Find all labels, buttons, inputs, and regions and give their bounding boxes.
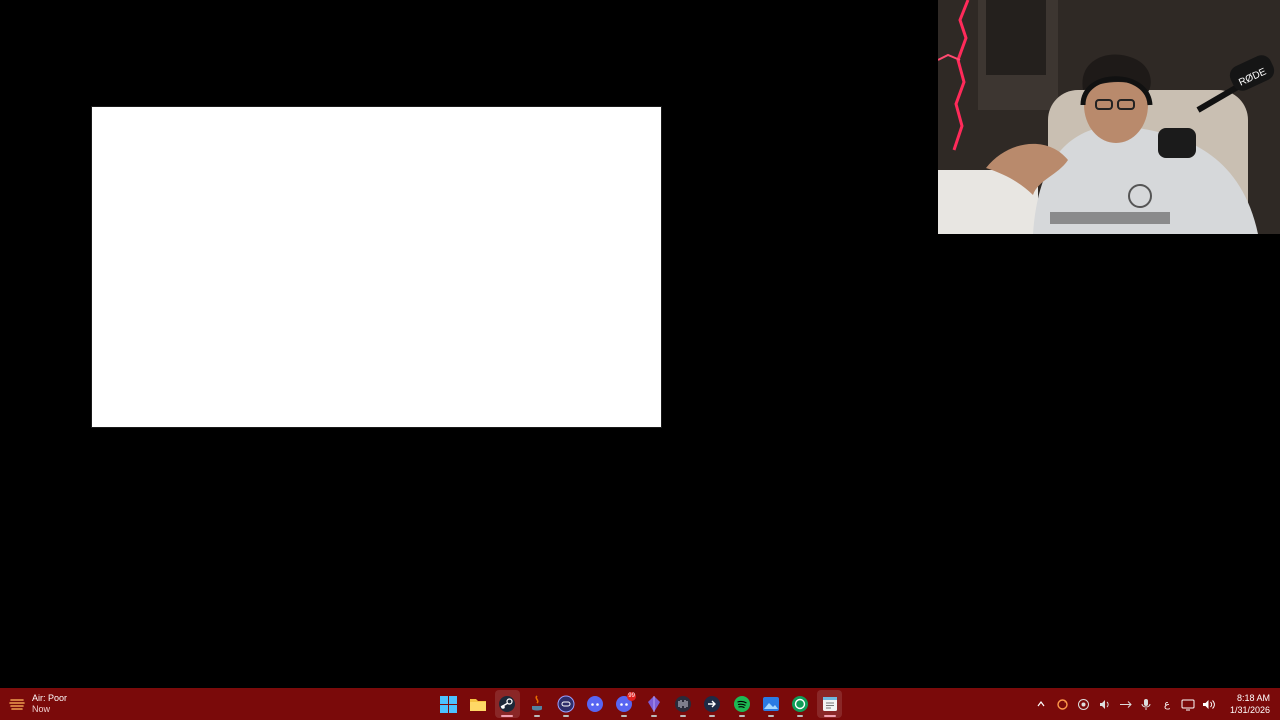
taskbar-app-file-explorer[interactable] [465, 690, 490, 718]
ime-icon: ع [1164, 698, 1170, 710]
taskbar-app-steam[interactable] [494, 690, 520, 718]
notification-badge: 99 [627, 692, 637, 701]
taskbar: Air: Poor Now 99 ع 8:18 AM 1/31/2026 [0, 688, 1280, 720]
taskbar-app-obsidian[interactable] [641, 690, 666, 718]
java-icon [531, 695, 542, 711]
weather-widget[interactable]: Air: Poor Now [8, 692, 67, 716]
weather-title: Air: Poor [32, 693, 68, 703]
taskbar-app-controller[interactable] [553, 690, 578, 718]
desktop: RØDE [0, 0, 1280, 688]
speaker-icon [1099, 699, 1109, 709]
system-tray: ع [1032, 688, 1218, 720]
chevron-up-icon [1037, 701, 1045, 707]
taskbar-app-notepad[interactable] [816, 690, 843, 718]
taskbar-clock[interactable]: 8:18 AM 1/31/2026 [1230, 692, 1270, 716]
webcam-overlay: RØDE [938, 0, 1280, 234]
notepad-icon [822, 697, 837, 711]
taskbar-app-java[interactable] [524, 690, 549, 718]
clock-date: 1/31/2026 [1229, 705, 1270, 715]
settings-circle-icon [1077, 698, 1089, 710]
folder-icon [469, 699, 486, 711]
sync-icon [1056, 698, 1068, 710]
tray-microphone[interactable] [1137, 694, 1155, 714]
gamepad-icon [557, 695, 575, 713]
steam-icon [499, 696, 516, 712]
tray-ime[interactable]: ع [1158, 694, 1176, 714]
taskbar-app-audio[interactable] [670, 690, 695, 718]
clock-time: 8:18 AM [1236, 693, 1270, 703]
taskbar-app-arrow[interactable] [700, 690, 725, 718]
tray-volume[interactable] [1200, 694, 1218, 714]
tray-display[interactable] [1179, 694, 1197, 714]
arrow-circle-icon [704, 696, 721, 712]
taskbar-app-green[interactable] [788, 690, 813, 718]
tray-speaker[interactable] [1095, 694, 1113, 714]
green-circle-icon [792, 696, 809, 712]
windows-logo-icon [440, 695, 458, 713]
webcam-feed-image: RØDE [938, 0, 1280, 234]
show-hidden-icons-button[interactable] [1032, 694, 1050, 714]
taskbar-app-discord-2[interactable]: 99 [612, 690, 637, 718]
display-icon [1181, 699, 1195, 710]
tray-network[interactable] [1116, 694, 1134, 714]
taskbar-app-spotify[interactable] [729, 690, 754, 718]
microphone-icon [1141, 698, 1151, 710]
taskbar-app-photos[interactable] [758, 690, 783, 718]
waveform-icon [675, 696, 692, 712]
volume-icon [1203, 699, 1215, 709]
tray-sync[interactable] [1053, 694, 1071, 714]
crystal-icon [647, 696, 660, 712]
photos-icon [762, 697, 779, 711]
start-button[interactable] [436, 690, 461, 718]
discord-icon [587, 696, 604, 712]
tray-settings[interactable] [1074, 694, 1092, 714]
haze-icon [8, 695, 26, 713]
taskbar-app-discord[interactable] [582, 690, 607, 718]
blank-window[interactable] [92, 107, 661, 427]
weather-subtitle: Now [32, 704, 51, 714]
spotify-icon [733, 696, 750, 712]
network-icon [1119, 700, 1132, 708]
taskbar-apps: 99 [436, 688, 843, 720]
